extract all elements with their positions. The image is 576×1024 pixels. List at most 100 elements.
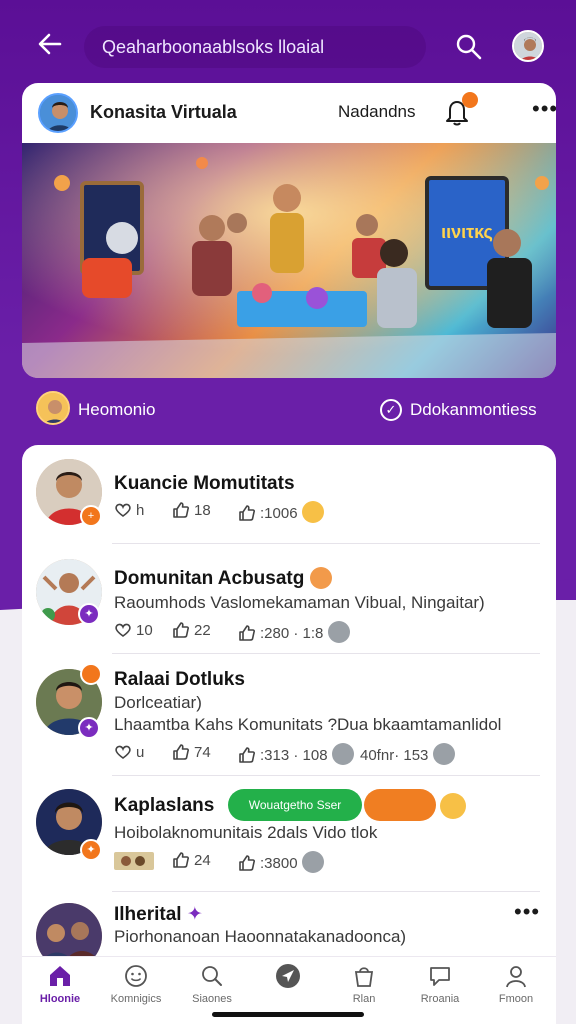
like-stat[interactable]: u [114, 743, 144, 761]
thumbs-up-icon [173, 622, 189, 638]
thumbs-up-icon [173, 502, 189, 518]
profile-avatar[interactable] [512, 30, 544, 62]
reaction-stat[interactable]: :280 · 1:8 [238, 621, 350, 643]
featured-post-card[interactable]: Konasita Virtuala Nadandns ••• ιινιτκς [22, 83, 556, 378]
extra-stat[interactable]: 40fnr· 153 [360, 743, 455, 765]
post-excerpt: Piorhonanoan Haoonnatakanadoonca) [114, 927, 407, 946]
post-author-name-text: Ilherital [114, 904, 182, 925]
post-author-name[interactable]: Kaplaslans [114, 795, 214, 817]
divider [112, 775, 540, 776]
heart-icon [115, 745, 131, 759]
community-badge: ✦ [78, 603, 100, 625]
thumbs-up-icon [173, 744, 189, 760]
back-button[interactable] [34, 30, 66, 62]
image-thumbnail-icon [114, 852, 154, 870]
more-options-button[interactable]: ••• [514, 899, 540, 925]
nav-home[interactable]: Hloonie [22, 963, 98, 1021]
reaction-stat[interactable]: :1006 [238, 501, 324, 523]
nav-communities-label: Komnigics [110, 993, 162, 1005]
divider [112, 653, 540, 654]
nav-profile[interactable]: Fmoon [478, 963, 554, 1021]
smile-icon [125, 965, 147, 987]
emoji-icon [309, 567, 332, 589]
list-item[interactable]: ✦ Kaplaslans Wouatgetho Sser Hoibolaknom… [22, 783, 556, 885]
emoji-icon [327, 621, 350, 643]
search-icon [202, 966, 222, 986]
post-excerpt: Raoumhods Vaslomekamaman Vibual, Ningait… [114, 593, 485, 612]
extra-count: 40fnr· 153 [360, 747, 429, 764]
post-author-name[interactable]: Ralaai Dotluks [114, 669, 245, 691]
thumbs-stat[interactable]: 22 [172, 621, 211, 639]
search-bar[interactable]: Qeaharboonaablsoks lloaial [84, 26, 426, 68]
svg-text:ιινιτκς: ιινιτκς [441, 222, 493, 242]
list-item[interactable]: Ilherital ✦ ••• Piorhonanoan Haoonnataka… [22, 897, 556, 965]
list-item[interactable]: ✦ Domunitan Acbusatg Raoumhods Vaslomeka… [22, 555, 556, 655]
like-count: h [136, 502, 145, 519]
featured-post-meta[interactable]: Nadandns [338, 102, 416, 122]
nav-search-label: Siaones [192, 993, 232, 1005]
emoji-icon [301, 851, 324, 873]
home-icon [50, 966, 70, 986]
thumbs-count: 74 [194, 744, 211, 761]
smile-emoji-icon [301, 501, 324, 523]
person-avatar-icon [38, 393, 68, 423]
featured-post-title: Konasita Virtuala [90, 102, 237, 122]
nav-communities[interactable]: Komnigics [98, 963, 174, 1021]
thumbs-up-icon [173, 852, 189, 868]
bag-icon [354, 967, 374, 987]
featured-footer-avatar[interactable] [36, 391, 70, 425]
reaction-count: :313 · 108 [260, 747, 328, 764]
like-stat[interactable]: 10 [114, 621, 153, 639]
home-indicator[interactable] [212, 1012, 364, 1017]
profile-icon [506, 966, 526, 988]
reaction-count: :3800 [260, 855, 298, 872]
notification-badge [80, 663, 102, 685]
thumbs-up-icon [239, 625, 255, 641]
tongue-emoji-icon [440, 793, 466, 819]
search-icon [456, 34, 482, 60]
community-badge: ✦ [80, 839, 102, 861]
featured-post-image[interactable]: ιινιτκς [22, 143, 556, 378]
thumbs-count: 24 [194, 852, 211, 869]
post-feed: + Kuancie Momutitats h 18 :1006 ✦ Domuni… [22, 445, 556, 965]
post-author-name-text: Domunitan Acbusatg [114, 568, 305, 589]
check-circle-icon: ✓ [380, 399, 402, 421]
featured-footer-action[interactable]: Ddokanmontiess [410, 400, 537, 420]
community-scene-illustration: ιινιτκς [22, 143, 556, 378]
sparkle-icon: ✦ [186, 904, 203, 925]
list-item[interactable]: ✦ Ralaai Dotluks Dorlceatiar) Lhaamtba K… [22, 659, 556, 775]
search-button[interactable] [454, 32, 484, 62]
community-badge: ✦ [78, 717, 100, 739]
divider [112, 891, 540, 892]
reaction-stat[interactable]: :3800 [238, 851, 324, 873]
heart-icon [115, 503, 131, 517]
reaction-count: :1006 [260, 505, 298, 522]
like-count: u [136, 744, 145, 761]
back-arrow-icon [38, 33, 62, 55]
thumbs-stat[interactable]: 18 [172, 501, 211, 519]
tag-chip-orange[interactable] [364, 789, 436, 821]
tag-chip[interactable]: Wouatgetho Sser [228, 789, 362, 821]
post-excerpt: Hoibolaknomunitais 2dals Vido tlok [114, 823, 378, 842]
thumbs-up-icon [239, 855, 255, 871]
post-author-name[interactable]: Domunitan Acbusatg [114, 567, 332, 590]
post-author-name[interactable]: Kuancie Momutitats [114, 473, 295, 495]
more-options-button[interactable]: ••• [532, 96, 556, 122]
featured-post-footer: Heomonio ✓ Ddokanmontiess [22, 386, 556, 432]
nav-home-label: Hloonie [39, 993, 81, 1005]
thumbs-stat[interactable]: 24 [172, 851, 211, 869]
compass-icon [276, 964, 300, 988]
reaction-stat[interactable]: :313 · 108 [238, 743, 354, 765]
post-author-name[interactable]: Ilherital ✦ [114, 903, 203, 926]
featured-author-avatar[interactable] [38, 93, 78, 133]
thumbs-stat[interactable]: 74 [172, 743, 211, 761]
like-stat[interactable]: h [114, 501, 144, 519]
nav-messages[interactable]: Rroania [402, 963, 478, 1021]
list-item[interactable]: + Kuancie Momutitats h 18 :1006 [22, 457, 556, 553]
media-stat[interactable] [114, 851, 158, 871]
person-avatar-icon [40, 95, 76, 131]
featured-footer-label[interactable]: Heomonio [78, 400, 156, 420]
chat-icon [430, 967, 450, 986]
post-subtitle: Dorlceatiar) [114, 693, 202, 712]
thumbs-count: 22 [194, 622, 211, 639]
